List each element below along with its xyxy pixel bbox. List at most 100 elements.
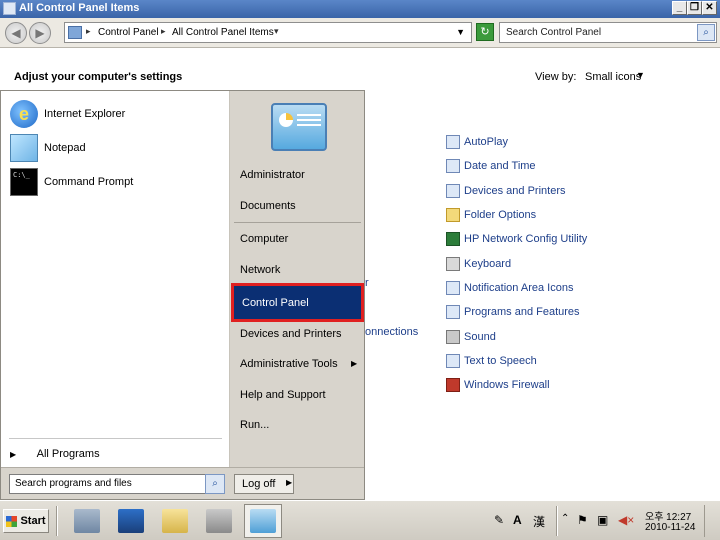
log-off-button[interactable]: Log off ▶: [234, 474, 294, 494]
cp-item-date-time[interactable]: Date and Time: [446, 154, 587, 178]
show-desktop-button[interactable]: [704, 505, 718, 537]
cp-item-firewall[interactable]: Windows Firewall: [446, 373, 587, 397]
menu-item-control-panel[interactable]: Control Panel: [231, 283, 364, 322]
server-manager-icon: [74, 509, 100, 533]
search-icon[interactable]: ⌕: [697, 24, 715, 41]
folder-icon: [162, 509, 188, 533]
menu-item-network[interactable]: Network: [240, 264, 280, 276]
pinned-notepad[interactable]: Notepad: [10, 132, 86, 164]
speaker-icon: [446, 329, 460, 344]
all-programs-button[interactable]: ▶ All Programs: [10, 448, 100, 460]
taskbar-control-panel[interactable]: [244, 504, 282, 538]
control-panel-icon: [250, 509, 276, 533]
start-menu-programs: e Internet Explorer Notepad C:\_ Command…: [1, 91, 230, 467]
pinned-internet-explorer[interactable]: e Internet Explorer: [10, 98, 125, 130]
chevron-down-icon[interactable]: ▼: [456, 27, 465, 37]
cp-item-autoplay[interactable]: AutoPlay: [446, 130, 587, 154]
cp-item-label: AutoPlay: [464, 136, 509, 149]
divider: [9, 438, 222, 439]
chevron-right-icon[interactable]: ▸: [86, 26, 91, 37]
flag-icon[interactable]: ⚑: [577, 513, 588, 527]
chevron-right-icon[interactable]: ▸: [161, 26, 166, 37]
taskbar: Start ✎ A 漢 ⌃ ⚑ ▣ ◀× 오후 12:27 2010-11-24: [0, 500, 720, 540]
language-bar-icon[interactable]: ✎: [494, 513, 504, 527]
search-input[interactable]: Search Control Panel ⌕: [499, 22, 717, 43]
notepad-icon: [10, 134, 38, 162]
network-icon[interactable]: ▣: [597, 513, 608, 527]
window-title: All Control Panel Items: [19, 2, 140, 14]
cp-item-hp-network[interactable]: HP Network Config Utility: [446, 227, 587, 251]
speaker-muted-icon[interactable]: ◀×: [618, 513, 634, 527]
pinned-command-prompt[interactable]: C:\_ Command Prompt: [10, 166, 133, 198]
taskbar-powershell[interactable]: [112, 504, 150, 538]
cp-item-folder-options[interactable]: Folder Options: [446, 203, 587, 227]
pie-chart-icon: [279, 113, 293, 127]
menu-item-administrative-tools[interactable]: Administrative Tools: [240, 358, 338, 370]
cp-item-label: Devices and Printers: [464, 184, 566, 197]
cp-item-label: Sound: [464, 330, 496, 343]
address-field[interactable]: ▸ Control Panel ▸ All Control Panel Item…: [64, 22, 472, 43]
menu-item-help-support[interactable]: Help and Support: [240, 389, 326, 401]
menu-item-documents[interactable]: Documents: [240, 200, 296, 212]
cp-item-notification[interactable]: Notification Area Icons: [446, 276, 587, 300]
taskbar-admin-tools[interactable]: [200, 504, 238, 538]
forward-button[interactable]: ▶: [29, 22, 51, 44]
partial-item-text[interactable]: onnections: [365, 326, 418, 338]
breadcrumb-control-panel[interactable]: Control Panel: [98, 27, 159, 38]
programs-icon: [446, 305, 460, 320]
menu-item-computer[interactable]: Computer: [240, 233, 288, 245]
start-button[interactable]: Start: [3, 509, 49, 533]
start-menu: e Internet Explorer Notepad C:\_ Command…: [0, 90, 365, 500]
taskbar-explorer[interactable]: [156, 504, 194, 538]
clock-date[interactable]: 2010-11-24: [645, 522, 695, 533]
internet-explorer-icon: e: [10, 100, 38, 128]
clock-time[interactable]: 오후 12:27: [645, 508, 691, 523]
network-utility-icon: [446, 232, 460, 247]
cp-item-sound[interactable]: Sound: [446, 324, 587, 348]
start-menu-places: Administrator Documents Computer Network…: [230, 91, 365, 467]
cp-item-devices-printers[interactable]: Devices and Printers: [446, 179, 587, 203]
ime-hanja-icon[interactable]: 漢: [533, 513, 545, 530]
list-icon: [297, 114, 321, 128]
speech-icon: [446, 353, 460, 368]
log-off-label: Log off: [242, 478, 276, 490]
folder-icon: [446, 208, 460, 223]
back-button[interactable]: ◀: [5, 22, 27, 44]
chevron-up-icon[interactable]: ⌃: [561, 513, 569, 524]
windows-logo-icon: [6, 515, 18, 527]
cp-item-keyboard[interactable]: Keyboard: [446, 251, 587, 275]
pinned-label: Command Prompt: [44, 176, 134, 188]
divider: [234, 222, 361, 223]
chevron-right-icon[interactable]: ▾: [274, 26, 279, 37]
cp-item-programs[interactable]: Programs and Features: [446, 300, 587, 324]
cp-item-text-speech[interactable]: Text to Speech: [446, 349, 587, 373]
divider: [56, 506, 58, 536]
taskbar-server-manager[interactable]: [68, 504, 106, 538]
view-by-label: View by:: [535, 71, 577, 83]
start-search-input[interactable]: Search programs and files: [9, 474, 206, 494]
user-picture[interactable]: [271, 103, 327, 151]
view-by-dropdown[interactable]: Small icons: [585, 71, 641, 83]
refresh-button[interactable]: ↻: [476, 23, 494, 41]
cp-item-label: Notification Area Icons: [464, 281, 574, 294]
minimize-button[interactable]: _: [672, 1, 687, 15]
menu-item-administrator[interactable]: Administrator: [240, 169, 305, 181]
page-title: Adjust your computer's settings: [14, 71, 183, 83]
notification-icon: [446, 280, 460, 295]
breadcrumb-all-items[interactable]: All Control Panel Items: [172, 27, 274, 38]
partial-item-text[interactable]: r: [365, 277, 369, 289]
ime-mode-icon[interactable]: A: [513, 513, 522, 527]
maximize-button[interactable]: ❐: [687, 1, 702, 15]
search-icon[interactable]: ⌕: [205, 474, 225, 494]
chevron-down-icon[interactable]: ▼: [636, 70, 645, 80]
cp-item-label: Windows Firewall: [464, 379, 550, 392]
firewall-icon: [446, 378, 460, 393]
close-button[interactable]: ✕: [702, 1, 717, 15]
cp-item-label: Text to Speech: [464, 354, 537, 367]
chevron-right-icon[interactable]: ▶: [286, 478, 292, 487]
start-menu-footer: Search programs and files ⌕ Log off ▶: [1, 467, 364, 499]
menu-item-run[interactable]: Run...: [240, 419, 269, 431]
cp-item-label: Programs and Features: [464, 306, 580, 319]
search-placeholder: Search Control Panel: [506, 27, 602, 38]
menu-item-devices-printers[interactable]: Devices and Printers: [240, 328, 342, 340]
